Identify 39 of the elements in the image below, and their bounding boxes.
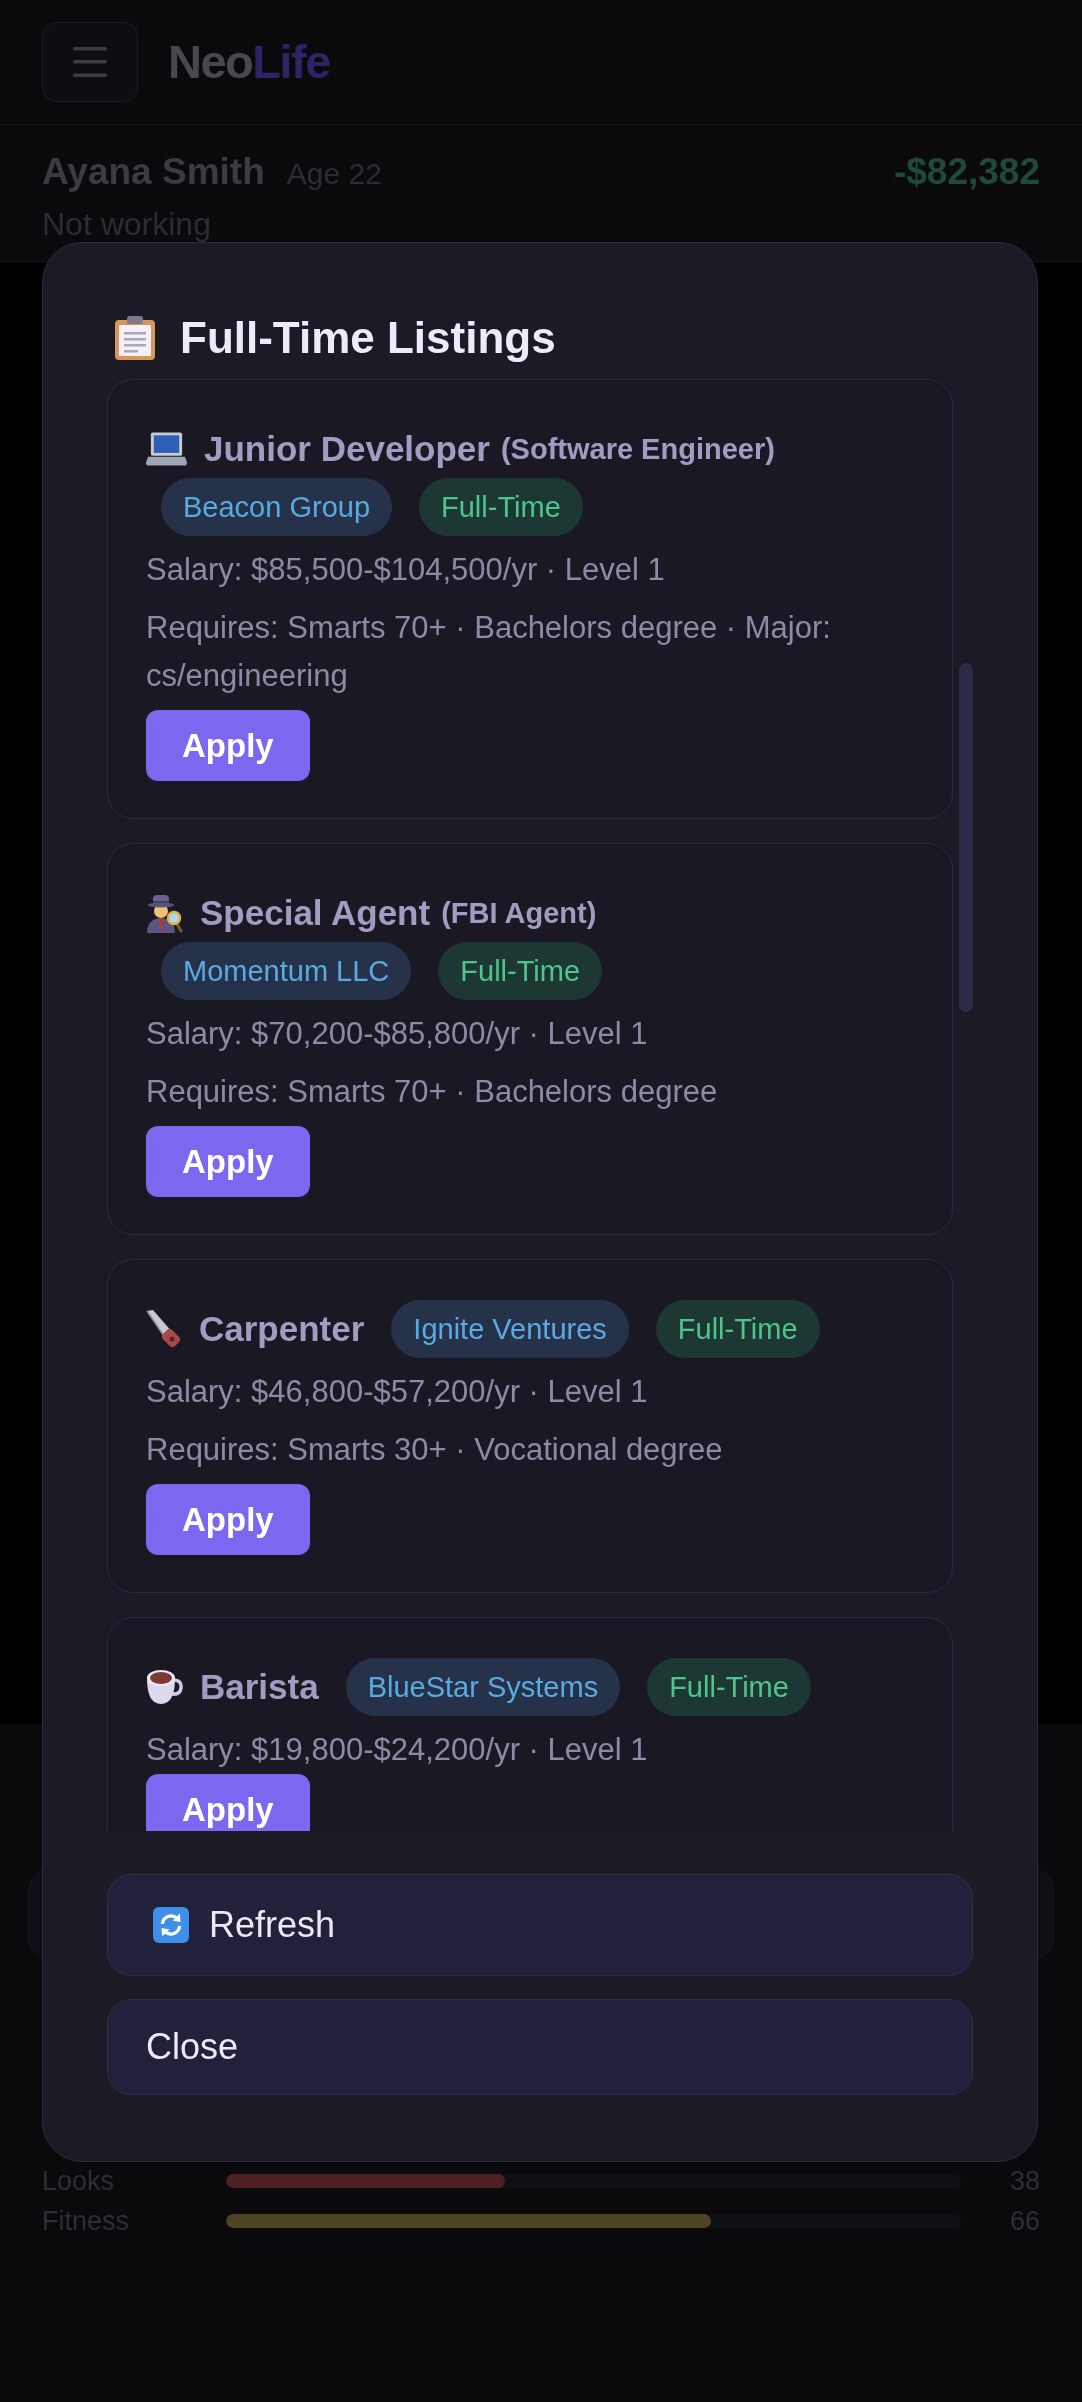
job-type-tag: Full-Time: [647, 1658, 811, 1716]
job-title: Special Agent: [200, 892, 431, 934]
job-subtitle: (Software Engineer): [500, 432, 775, 467]
apply-button[interactable]: Apply: [146, 1126, 310, 1197]
company-tag: BlueStar Systems: [345, 1658, 621, 1716]
menu-icon: [73, 47, 107, 77]
job-type-tag: Full-Time: [438, 942, 603, 1000]
salary-text: Salary: $85,500-$104,500/yr · Level 1: [146, 551, 666, 589]
job-title: Barista: [200, 1666, 319, 1708]
salary-text: Salary: $70,200-$85,800/yr · Level 1: [146, 1015, 649, 1053]
job-type-tag: Full-Time: [655, 1300, 820, 1358]
job-type-tag: Full-Time: [419, 478, 583, 536]
salary-text: Salary: $19,800-$24,200/yr · Level 1: [146, 1731, 649, 1769]
apply-button[interactable]: Apply: [146, 1484, 310, 1555]
job-subtitle: (FBI Agent): [441, 896, 597, 931]
requirements-text: Requires: Smarts 30+ · Vocational degree: [146, 1431, 724, 1469]
app-logo: NeoLife: [168, 34, 330, 90]
refresh-button[interactable]: Refresh: [107, 1874, 973, 1976]
job-title: Carpenter: [199, 1308, 365, 1350]
company-tag: Beacon Group: [161, 478, 392, 536]
company-tag: Ignite Ventures: [391, 1300, 629, 1358]
requirements-text: Requires: Smarts 70+ · Bachelors degree · Major: cs/engineering: [146, 609, 832, 695]
apply-button[interactable]: Apply: [146, 1774, 310, 1831]
dialog-title: Full-Time Listings: [180, 313, 556, 363]
laptop-icon: [146, 432, 187, 466]
requirements-text: Requires: Smarts 70+ · Bachelors degree: [146, 1073, 719, 1111]
saw-icon: [146, 1309, 182, 1349]
company-tag: Momentum LLC: [161, 942, 412, 1000]
clipboard-icon: [115, 316, 155, 360]
close-button[interactable]: Close: [107, 1999, 973, 2095]
scrollbar-thumb[interactable]: [959, 663, 973, 1012]
detective-icon: [146, 893, 183, 933]
job-title: Junior Developer: [204, 428, 490, 470]
refresh-icon: [153, 1907, 189, 1943]
balance-amount: -$82,382: [893, 150, 1040, 194]
coffee-mug-icon: [146, 1669, 183, 1705]
salary-text: Salary: $46,800-$57,200/yr · Level 1: [146, 1373, 649, 1411]
apply-button[interactable]: Apply: [146, 710, 310, 781]
menu-button[interactable]: [42, 22, 138, 102]
